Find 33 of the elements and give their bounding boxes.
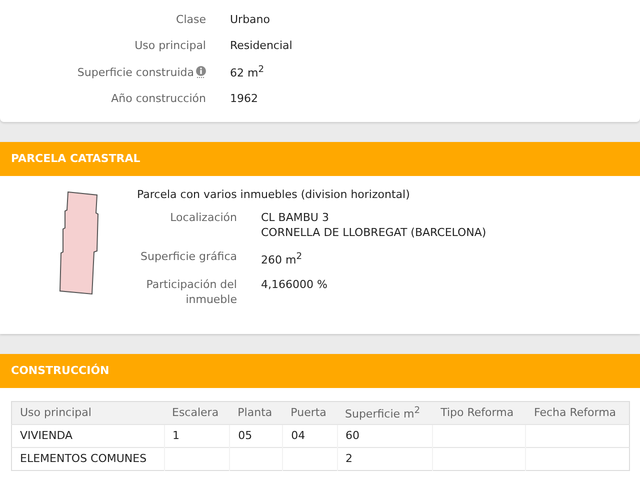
field-label: Clase	[176, 12, 206, 26]
table-cell: ELEMENTOS COMUNES	[20, 452, 147, 466]
column-header: Tipo Reforma	[432, 401, 526, 424]
field-value: CL BAMBU 3	[261, 210, 330, 225]
table-cell: 1	[172, 429, 180, 442]
field-label: Año construcción	[111, 92, 206, 106]
field-value: 1962	[230, 92, 258, 106]
field-value: Residencial	[230, 39, 292, 52]
column-header: Planta	[230, 401, 283, 424]
column-header: Escalera	[164, 401, 230, 424]
field-label: Superficie gráfica	[140, 249, 237, 265]
table-cell: 05	[238, 429, 252, 442]
table-cell: 04	[291, 429, 306, 442]
field-value: 62 m$^{2}$	[230, 64, 264, 80]
section-header: CONSTRUCCIÓN	[0, 354, 640, 388]
field-label: Participación del inmueble	[145, 276, 237, 307]
column-header: Fecha Reforma	[526, 401, 630, 424]
field-value: 4,166000 %	[261, 276, 328, 292]
parcel-description: Parcela con varios inmuebles (division horizontal)	[137, 188, 411, 201]
column-header: Puerta	[282, 401, 337, 424]
field-label: Localización	[169, 210, 237, 226]
field-value: Urbano	[230, 12, 270, 26]
field-value: CORNELLA DE LLOBREGAT (BARCELONA)	[261, 225, 486, 240]
field-value: 260 m$^{2}$	[261, 250, 302, 268]
section-header: PARCELA CATASTRAL	[0, 142, 640, 176]
info-icon[interactable]	[196, 66, 206, 78]
field-label: Superficie construida	[77, 66, 194, 79]
table-cell: VIVIENDA	[20, 429, 73, 442]
field-label: Uso principal	[134, 39, 206, 52]
column-header: Uso principal	[12, 401, 164, 424]
table-cell: 2	[346, 452, 352, 466]
column-header: Superficie m$^{2}$	[337, 401, 433, 424]
table-cell: 60	[346, 429, 360, 442]
